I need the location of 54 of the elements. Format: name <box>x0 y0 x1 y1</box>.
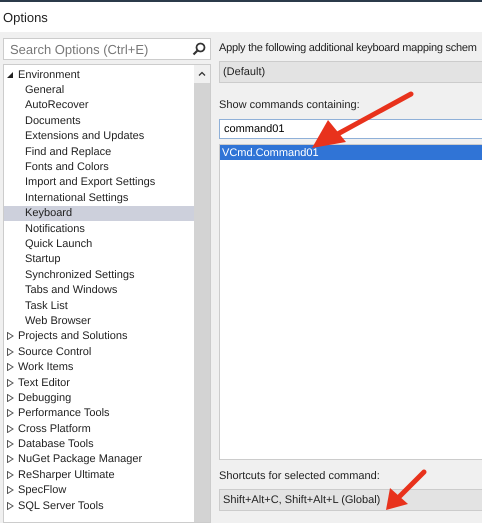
tree-item[interactable]: Cross Platform <box>18 422 91 435</box>
tree-item[interactable]: General <box>25 84 64 96</box>
tree-item[interactable]: NuGet Package Manager <box>18 453 142 466</box>
filter-label: Show commands containing: <box>219 99 361 113</box>
tree-item[interactable]: Notifications <box>25 222 85 235</box>
tree-item[interactable]: ReSharper Ultimate <box>18 468 115 481</box>
scheme-label: Apply the following additional keyboard mapping schem <box>219 42 478 56</box>
tree-item[interactable]: AutoRecover <box>25 99 89 112</box>
tree-item[interactable]: Text Editor <box>18 376 70 388</box>
filter-field[interactable]: command01 <box>219 119 482 139</box>
search-field[interactable]: Search Options (Ctrl+E) <box>3 38 211 60</box>
tree-item[interactable]: Source Control <box>18 346 92 358</box>
collapsed-icon[interactable] <box>7 394 14 402</box>
tree-item[interactable]: Startup <box>25 253 60 266</box>
tree-item[interactable]: Environment <box>18 68 80 81</box>
tree-item[interactable]: SQL Server Tools <box>18 500 104 512</box>
tree-item[interactable]: Find and Replace <box>25 146 112 158</box>
tree-item[interactable]: Performance Tools <box>18 407 110 420</box>
collapsed-icon[interactable] <box>7 348 14 356</box>
tree-item[interactable]: Web Browser <box>25 314 91 327</box>
collapsed-icon[interactable] <box>7 470 14 479</box>
collapsed-icon[interactable] <box>7 332 14 340</box>
collapsed-icon[interactable] <box>7 455 14 464</box>
collapsed-icon[interactable] <box>7 502 14 510</box>
search-icon <box>192 42 206 56</box>
tree-item[interactable]: Fonts and Colors <box>25 161 109 174</box>
scroll-up-icon[interactable] <box>198 71 206 76</box>
tree-item[interactable]: Task List <box>25 300 68 312</box>
tree-item[interactable]: Quick Launch <box>25 238 92 250</box>
tree-item[interactable]: Tabs and Windows <box>25 284 118 296</box>
collapsed-icon[interactable] <box>7 440 14 448</box>
command-item[interactable]: VCmd.Command01 <box>220 145 482 160</box>
window-title: Options <box>3 10 48 24</box>
tree-item[interactable]: Import and Export Settings <box>25 176 156 188</box>
shortcuts-field[interactable]: Shift+Alt+C, Shift+Alt+L (Global) <box>219 489 482 511</box>
tree-item[interactable]: Extensions and Updates <box>25 130 144 142</box>
collapsed-icon[interactable] <box>7 409 14 418</box>
collapsed-icon[interactable] <box>7 424 14 433</box>
collapsed-icon[interactable] <box>7 363 14 372</box>
scheme-dropdown[interactable]: (Default) <box>219 61 482 83</box>
collapsed-icon[interactable] <box>7 486 14 494</box>
tree-item[interactable]: Debugging <box>18 392 72 404</box>
tree-item[interactable]: Work Items <box>18 361 74 374</box>
shortcuts-label: Shortcuts for selected command: <box>219 470 381 484</box>
selected-tree-item[interactable]: Keyboard <box>4 206 194 221</box>
tree-item[interactable]: SpecFlow <box>18 484 66 496</box>
tree-item[interactable]: Documents <box>25 114 81 127</box>
expanded-icon[interactable] <box>7 70 14 79</box>
collapsed-icon[interactable] <box>7 378 14 386</box>
tree-item[interactable]: Synchronized Settings <box>25 268 134 281</box>
tree-item[interactable]: Projects and Solutions <box>18 330 128 342</box>
tree-item[interactable]: Database Tools <box>18 438 94 450</box>
tree-item[interactable]: International Settings <box>25 192 128 204</box>
scrollbar[interactable] <box>194 65 210 522</box>
